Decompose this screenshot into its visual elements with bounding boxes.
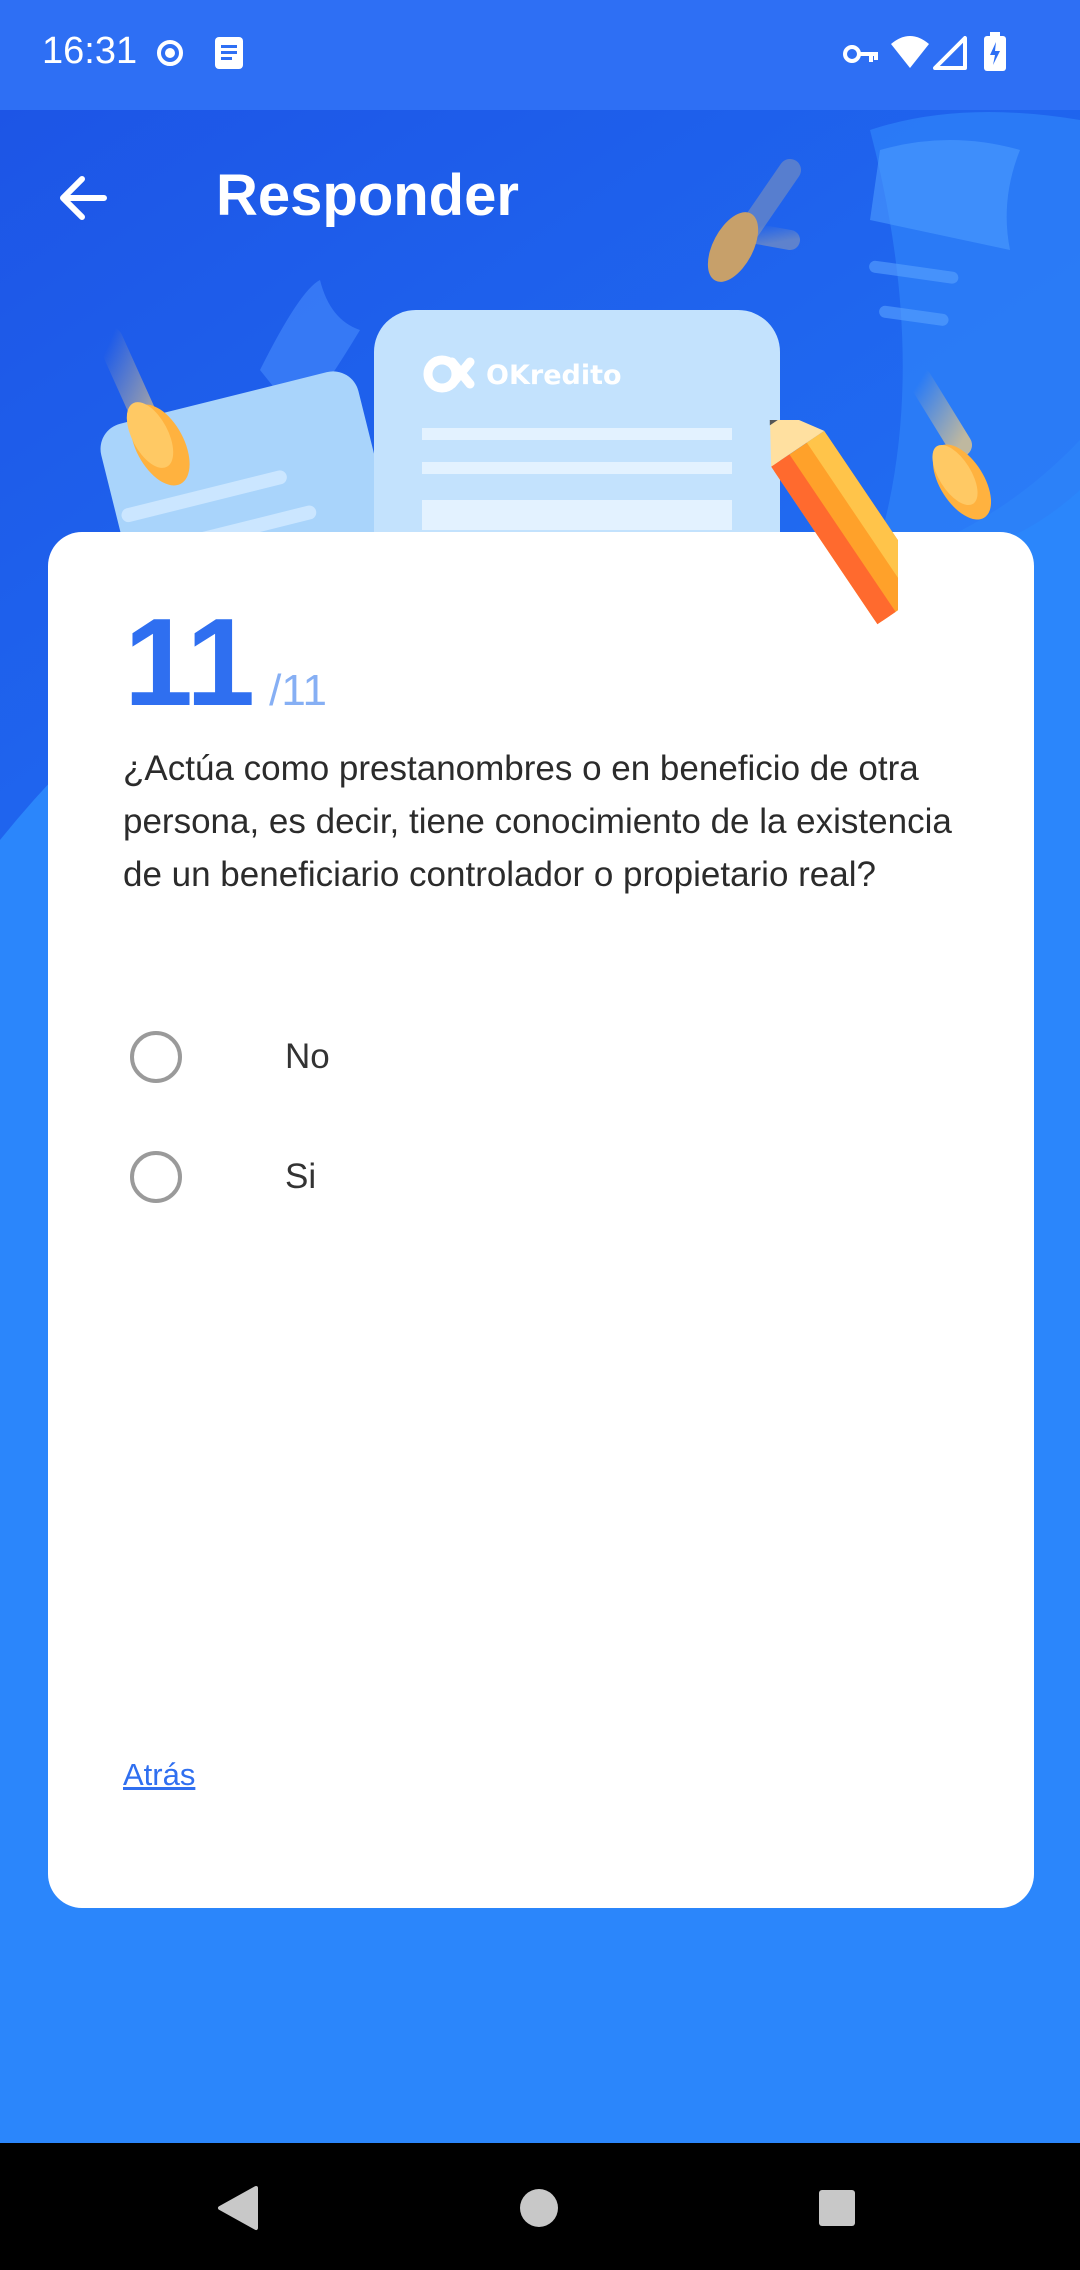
battery-charging-icon bbox=[984, 32, 1006, 71]
wifi-icon bbox=[891, 36, 929, 68]
question-counter: 11/11 bbox=[124, 592, 327, 734]
nav-recents-icon[interactable] bbox=[817, 2188, 857, 2228]
system-nav-bar bbox=[0, 2143, 1080, 2270]
question-card: 11/11 ¿Actúa como prestanombres o en ben… bbox=[48, 532, 1034, 1908]
nav-home-icon[interactable] bbox=[518, 2187, 560, 2229]
back-link[interactable]: Atrás bbox=[123, 1757, 195, 1793]
brand-logo-text: OKredito bbox=[486, 360, 622, 391]
signal-icon bbox=[933, 36, 967, 70]
notes-icon bbox=[215, 37, 243, 69]
option-no[interactable]: No bbox=[130, 1025, 950, 1095]
vpn-key-icon bbox=[843, 45, 878, 63]
app-bar: Responder bbox=[0, 110, 1080, 280]
counter-total: /11 bbox=[269, 666, 327, 715]
nav-back-icon[interactable] bbox=[216, 2185, 260, 2231]
page-title: Responder bbox=[216, 163, 519, 228]
pencil-illustration bbox=[769, 420, 898, 625]
radio-circle-icon[interactable] bbox=[130, 1151, 182, 1203]
option-label: Si bbox=[285, 1157, 317, 1196]
record-icon bbox=[157, 40, 183, 66]
radio-circle-icon[interactable] bbox=[130, 1031, 182, 1083]
status-time: 16:31 bbox=[42, 30, 138, 72]
option-label: No bbox=[285, 1037, 330, 1076]
status-bar: 16:31 bbox=[0, 0, 1080, 110]
option-si[interactable]: Si bbox=[130, 1145, 950, 1215]
arrow-left-icon[interactable] bbox=[50, 165, 116, 231]
counter-current: 11 bbox=[124, 594, 256, 732]
question-text: ¿Actúa como prestanombres o en beneficio… bbox=[123, 749, 952, 894]
